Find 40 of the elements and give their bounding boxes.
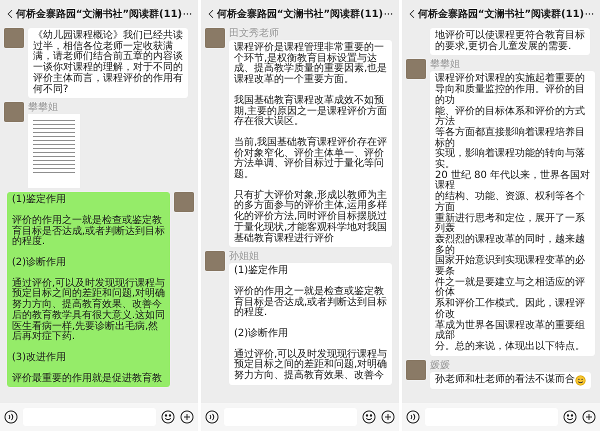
message-text: 地评价可以使课程更符合教育目标 的要求,更切合儿童发展的需要. xyxy=(435,31,585,52)
avatar-placeholder[interactable] xyxy=(205,251,225,272)
message-text: (1)鉴定作用 xyxy=(12,195,67,206)
avatar-placeholder[interactable] xyxy=(406,59,426,80)
avatar-placeholder[interactable] xyxy=(4,102,24,122)
message-text: 我国基础教育课程改革成效不如预 期,主要的原因之一是课程评价方面 存在很大误区。 xyxy=(234,96,388,128)
avatar-placeholder[interactable] xyxy=(406,360,426,380)
sender-name: 媛媛 xyxy=(430,360,451,371)
message-text: 课程评价对课程的实施起着重要的 导向和质量监控的作用。评价的目 的功 能、评价的目标体系和评价的方式 方法 等各方面都直接影响着课程培养目 标的 实现，影响着课程功能的转向与落 实。 20 世纪 80 年代以来，世界各国对 课程 的结构、功能、资源、权利等各个 方面 重新进行思考和定位，展开了一系 列轰 轰烈烈的课程改革的同时，越来越 多的 国家开始意识到实现课程变革的必 要条 件之一就是要建立与之相适应的评 价体 系和评价工作模式。因此，课程评 价改 革成为世界各国课程改革的重要组 成部 分。总的来说，体现出以下特点。 xyxy=(435,74,590,353)
voice-icon[interactable] xyxy=(406,410,420,424)
message-text: 评价的作用之一就是检查或鉴定教 育目标是否达成,或者判断达到目标 的程度. xyxy=(234,286,388,320)
message-text: 课程评价是课程管理非常重要的一 个环节,是权衡教育目标设置与达 成、提高教学质量的重要因素,也是 课程改革的一个重要方面。 xyxy=(234,43,388,86)
voice-icon[interactable] xyxy=(4,410,18,424)
emoji-icon[interactable] xyxy=(563,410,577,424)
sender-name: 攀攀姐 xyxy=(28,102,59,114)
chat-title: 何桥金寨路园“文澜书社”阅读群(11) xyxy=(216,7,384,21)
plus-icon[interactable] xyxy=(582,410,596,424)
message-text: 评价最重要的作用就是促进教育教 xyxy=(12,374,163,384)
voice-icon[interactable] xyxy=(205,410,219,424)
emoji-icon[interactable] xyxy=(362,410,376,424)
emoji-icon[interactable] xyxy=(161,410,175,424)
message-text: 评价的作用之一就是检查或鉴定教 育目标是否达成,或者判断达到目标 的程度. xyxy=(12,216,165,248)
message-text: (2)诊断作用 xyxy=(234,329,290,340)
chat-title: 何桥金寨路园“文澜书社”阅读群(11) xyxy=(16,7,182,21)
plus-icon[interactable] xyxy=(180,410,194,424)
sender-name: 孙姐姐 xyxy=(229,251,260,262)
message-text: 只有扩大评价对象,形成以教师为主 的多方面参与的评价主体,运用多样 化的评价方法,同时评价目标摆脱过 于量化现状,才能客观科学地对我国 基础教育课程进行评价 xyxy=(234,190,388,244)
message-text: (3)改进作用 xyxy=(12,352,67,364)
message-text: 通过评价,可以及时发现现行课程与 预定目标之间的差距和问题,对明确 努力方向、提高教育效果、改善今 xyxy=(234,350,388,382)
message-text: 孙老师和杜老师的看法不谋而合 xyxy=(435,374,575,386)
chat-title: 何桥金寨路园“文澜书社”阅读群(11) xyxy=(418,7,584,21)
message-text: (1)鉴定作用 xyxy=(234,266,290,277)
sender-name: 攀攀姐 xyxy=(430,59,461,70)
message-text: 《幼儿园课程概论》我们已经共读 过半，相信各位老师一定收获满 满，请老师们结合前五章的内容谈 一谈你对课程的理解，对于不同的 评价主体而言，课程评价的作用有 何不同? xyxy=(33,31,183,96)
plus-icon[interactable] xyxy=(381,410,395,424)
message-text: 通过评价,可以及时发现现行课程与 预定目标之间的差距和问题,对明确 努力方向、提高教育效果、改善今 后的教育教学具有很大意义.这如同 医生看病一样,先要诊断出毛病,然 后再对症下药. xyxy=(12,278,165,343)
message-text: 当前,我国基础教育课程评价存在评 价对象窄化、评价主体单一、评价 方法单调、评价目标过于量化等问 题。 xyxy=(234,138,388,181)
avatar-placeholder[interactable] xyxy=(174,192,194,212)
message-text: (2)诊断作用 xyxy=(12,258,67,269)
document-thumbnail[interactable] xyxy=(28,114,80,188)
